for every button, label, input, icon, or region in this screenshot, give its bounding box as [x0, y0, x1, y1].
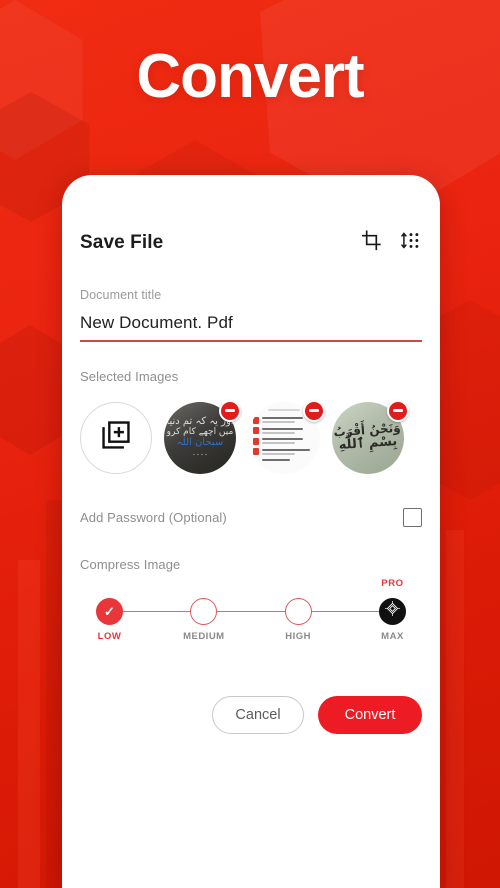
compress-image-label: Compress Image — [80, 556, 181, 572]
doc-preview-row — [253, 458, 315, 461]
document-title-input[interactable] — [80, 302, 422, 340]
add-images-slot — [80, 401, 152, 474]
thumbnail-slot-2[interactable] — [248, 399, 325, 474]
compress-knob-max[interactable] — [378, 597, 406, 625]
compress-knob-low[interactable]: ✓ — [96, 597, 123, 625]
doc-preview-row — [253, 427, 315, 435]
compress-label-medium: MEDIUM — [183, 630, 225, 642]
doc-preview-lines — [253, 458, 315, 461]
cancel-button[interactable]: Cancel — [212, 695, 304, 734]
minus-icon — [393, 409, 403, 412]
app-bar: Save File — [62, 175, 440, 256]
thumbnail-slot-3[interactable]: وَنَحْنُ أَقْرَبُ بِسْمِ ٱللَّٰهِ — [332, 399, 409, 474]
remove-thumbnail-1-button[interactable] — [219, 399, 241, 422]
promo-headline: Convert — [136, 42, 364, 111]
doc-preview-lines — [262, 448, 315, 455]
minus-icon — [225, 409, 235, 412]
document-title-label: Document title — [80, 288, 162, 302]
compress-stop-high[interactable]: HIGH — [284, 597, 312, 654]
add-password-row[interactable]: Add Password (Optional) — [62, 507, 440, 527]
document-title-field: Document title — [62, 288, 440, 342]
compress-stop-max[interactable]: PRO MAX — [378, 578, 406, 654]
doc-preview-lines — [262, 427, 315, 434]
pdf-icon — [253, 448, 259, 456]
crop-icon — [361, 230, 382, 256]
compress-label-max: MAX — [381, 630, 404, 642]
compress-label-high: HIGH — [285, 630, 312, 642]
pdf-icon — [253, 427, 259, 435]
add-photo-icon — [101, 420, 131, 455]
page-title: Save File — [80, 232, 164, 253]
reorder-icon — [400, 231, 422, 255]
pdf-icon — [253, 437, 259, 445]
remove-thumbnail-2-button[interactable] — [303, 399, 325, 422]
pro-badge: PRO — [381, 577, 404, 589]
doc-preview-row — [253, 448, 315, 456]
doc-preview-row — [253, 437, 315, 445]
compress-label-low: LOW — [97, 630, 122, 642]
check-icon: ✓ — [104, 603, 115, 619]
minus-icon — [309, 409, 319, 412]
diamond-icon — [385, 601, 400, 621]
compress-image-section: Compress Image ✓ LOW MEDIUM HIGH PRO MAX — [62, 557, 440, 654]
doc-preview-header — [267, 408, 301, 411]
thumbnail-row: اور یہ کہ تم دنیا میں اچھے کام کرو سبحان… — [80, 399, 422, 474]
remove-thumbnail-3-button[interactable] — [387, 399, 409, 422]
reorder-button[interactable] — [400, 231, 422, 255]
compress-slider[interactable]: ✓ LOW MEDIUM HIGH PRO MAX — [96, 578, 406, 654]
add-password-label: Add Password (Optional) — [80, 509, 227, 525]
compress-slider-stops: ✓ LOW MEDIUM HIGH PRO MAX — [96, 578, 406, 654]
thumbnail-slot-1[interactable]: اور یہ کہ تم دنیا میں اچھے کام کرو سبحان… — [164, 399, 241, 474]
decor-bar-left-1 — [18, 560, 40, 888]
action-buttons: Cancel Convert — [62, 695, 440, 734]
selected-images-section: Selected Images — [62, 369, 440, 474]
compress-stop-medium[interactable]: MEDIUM — [183, 597, 224, 654]
decor-bar-right — [446, 530, 464, 888]
compress-knob-medium[interactable] — [190, 597, 218, 625]
add-password-checkbox[interactable] — [403, 507, 422, 527]
add-images-button[interactable] — [80, 401, 152, 474]
doc-preview-lines — [262, 438, 315, 445]
crop-button[interactable] — [361, 230, 382, 256]
convert-button[interactable]: Convert — [318, 695, 422, 734]
document-title-underline — [80, 340, 422, 342]
compress-knob-high[interactable] — [284, 597, 312, 625]
compress-stop-low[interactable]: ✓ LOW — [96, 597, 123, 654]
phone-card: Save File Document title New Document. P… — [62, 175, 440, 888]
selected-images-label: Selected Images — [80, 368, 179, 384]
pdf-icon — [253, 416, 259, 424]
